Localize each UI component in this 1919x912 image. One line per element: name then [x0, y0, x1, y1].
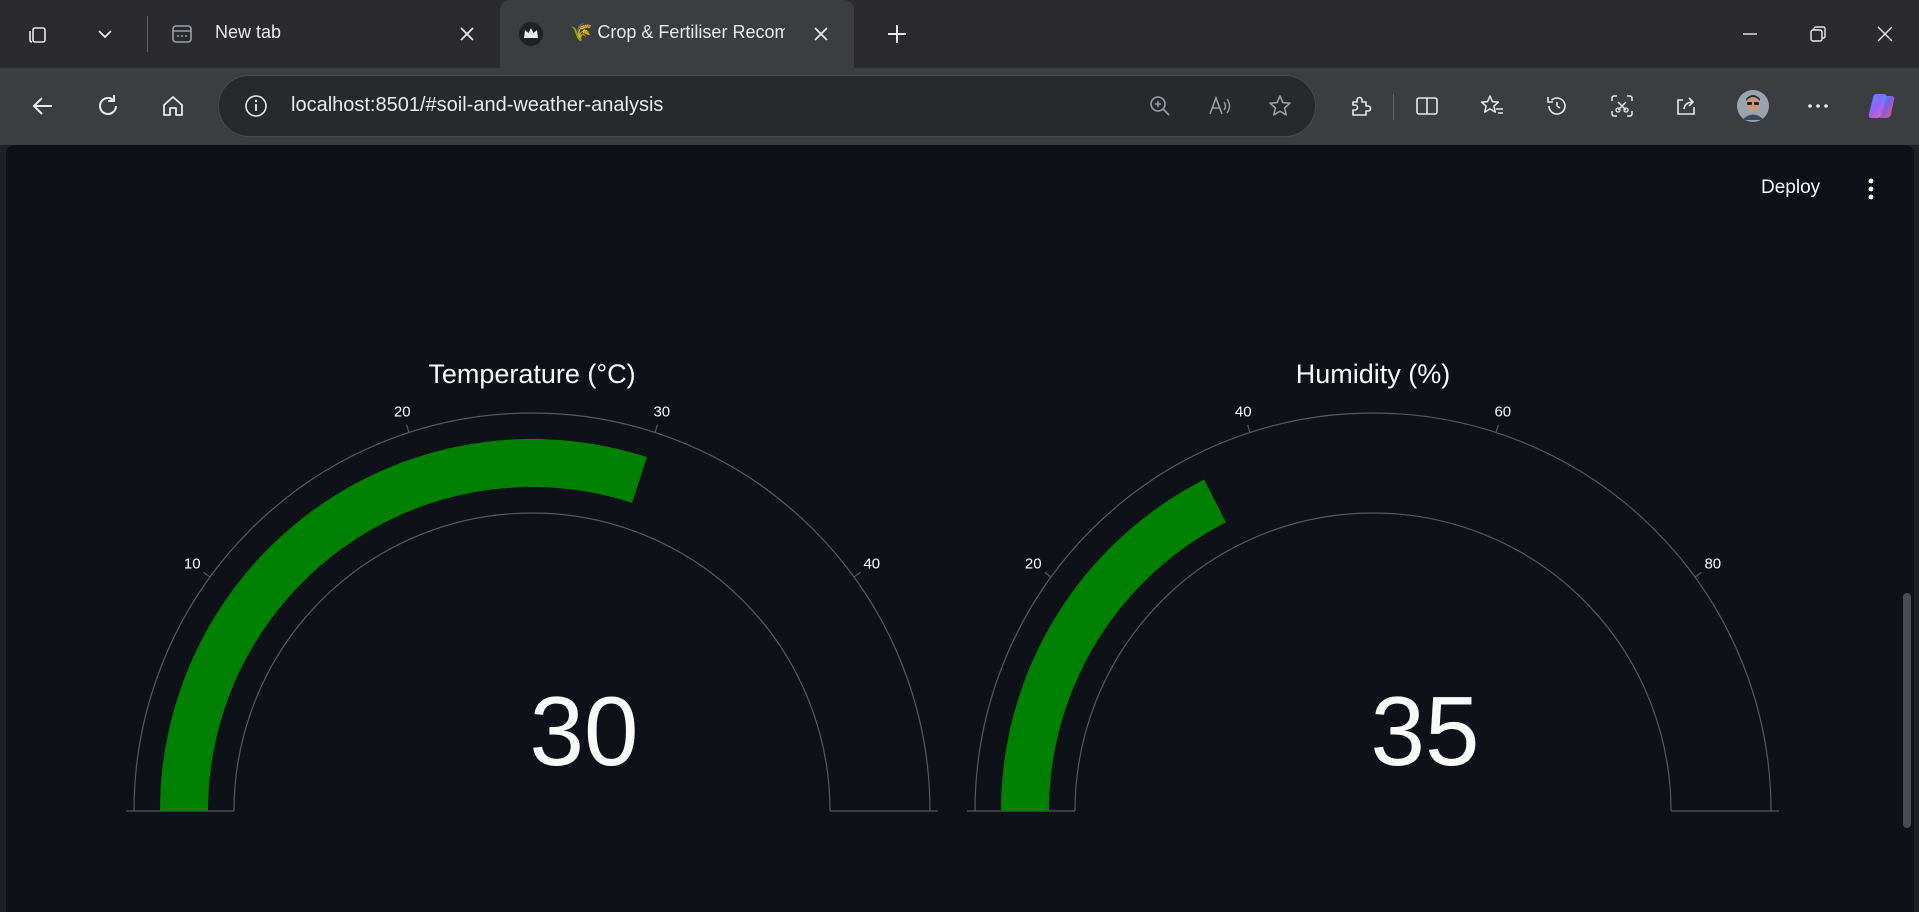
gauge-value-bar: [1001, 479, 1226, 811]
profile-button[interactable]: [1731, 84, 1775, 128]
gauge-tick: [1694, 571, 1702, 578]
new-tab-button[interactable]: [877, 14, 917, 54]
plus-icon: [888, 25, 906, 43]
screenshot-button[interactable]: [1600, 84, 1644, 128]
minimize-icon: [1743, 33, 1757, 35]
gauge-tick: [853, 571, 861, 578]
home-button[interactable]: [151, 84, 195, 128]
split-screen-icon: [1416, 97, 1438, 115]
read-aloud-icon[interactable]: [1207, 93, 1233, 119]
workspaces-icon: [29, 27, 46, 43]
gauge-tick-label: 20: [393, 403, 411, 421]
puzzle-icon: [1352, 96, 1372, 116]
copilot-button[interactable]: [1860, 84, 1904, 128]
gauge-tick: [1495, 424, 1500, 433]
tab-title: New tab: [215, 22, 282, 42]
share-icon: [1677, 97, 1695, 115]
close-icon[interactable]: [458, 25, 476, 43]
settings-more-button[interactable]: [1796, 84, 1840, 128]
close-icon[interactable]: [812, 25, 830, 43]
history-button[interactable]: [1535, 84, 1579, 128]
minimize-button[interactable]: [1716, 0, 1784, 68]
restore-button[interactable]: [1784, 0, 1852, 68]
tab-crop-fertiliser[interactable]: 🌾 Crop & Fertiliser Recom: [500, 0, 854, 68]
back-button[interactable]: [21, 84, 65, 128]
more-horizontal-icon: [1808, 104, 1828, 108]
extensions-button[interactable]: [1339, 84, 1383, 128]
gauge-tick: [654, 424, 659, 433]
home-icon: [163, 96, 183, 116]
address-bar[interactable]: localhost:8501/#soil-and-weather-analysi…: [218, 75, 1316, 137]
tab-title: 🌾 Crop & Fertiliser Recom: [570, 22, 785, 42]
tab-divider: [147, 16, 148, 52]
gauge-tick-label: 60: [1494, 403, 1512, 421]
chevron-down-icon: [98, 30, 112, 39]
favorites-icon: [1480, 95, 1503, 114]
toolbar-divider: [1393, 94, 1394, 120]
scrollbar-thumb[interactable]: [1903, 593, 1911, 828]
gauge-title: Temperature (°C): [428, 359, 636, 389]
refresh-icon: [99, 95, 117, 115]
zoom-icon[interactable]: [1147, 93, 1173, 119]
tab-new-tab[interactable]: New tab: [160, 0, 490, 68]
new-tab-page-icon: [172, 25, 192, 43]
gauge-tick: [203, 571, 211, 578]
share-button[interactable]: [1665, 84, 1709, 128]
workspaces-button[interactable]: [18, 14, 58, 54]
star-icon[interactable]: [1267, 93, 1293, 119]
gauges-canvas: [126, 412, 1779, 812]
history-icon: [1547, 97, 1566, 115]
restore-icon: [1810, 26, 1826, 42]
tab-actions-button[interactable]: [85, 14, 125, 54]
info-icon[interactable]: [243, 93, 269, 119]
tab-bar: New tab 🌾 Crop & Fertiliser Recom: [0, 0, 1919, 68]
crown-icon: [519, 22, 543, 46]
screenshot-icon: [1611, 95, 1633, 117]
gauge-tick-label: 20: [1024, 555, 1042, 573]
gauge-title: Humidity (%): [1295, 359, 1451, 389]
split-screen-button[interactable]: [1405, 84, 1449, 128]
gauge-tick-label: 10: [183, 555, 201, 573]
copilot-icon: [1868, 94, 1895, 118]
close-icon: [1877, 26, 1893, 42]
avatar: [1737, 90, 1769, 122]
refresh-button[interactable]: [86, 84, 130, 128]
gauge-tick-label: 40: [1234, 403, 1252, 421]
gauge-tick: [1246, 424, 1251, 433]
app-viewport: Deploy Temperature (°C) 30 10 20 30 40 H…: [6, 145, 1914, 912]
gauge-tick-label: 30: [653, 403, 671, 421]
gauge-tick: [405, 424, 410, 433]
gauge-value: 35: [1370, 676, 1480, 786]
close-window-button[interactable]: [1851, 0, 1919, 68]
gauge-tick-label: 80: [1704, 555, 1722, 573]
favorites-button[interactable]: [1470, 84, 1514, 128]
arrow-left-icon: [32, 97, 52, 115]
gauge-tick-label: 40: [863, 555, 881, 573]
gauge-tick: [1044, 571, 1052, 578]
gauge-value: 30: [529, 676, 639, 786]
url-text[interactable]: localhost:8501/#soil-and-weather-analysi…: [291, 94, 663, 117]
